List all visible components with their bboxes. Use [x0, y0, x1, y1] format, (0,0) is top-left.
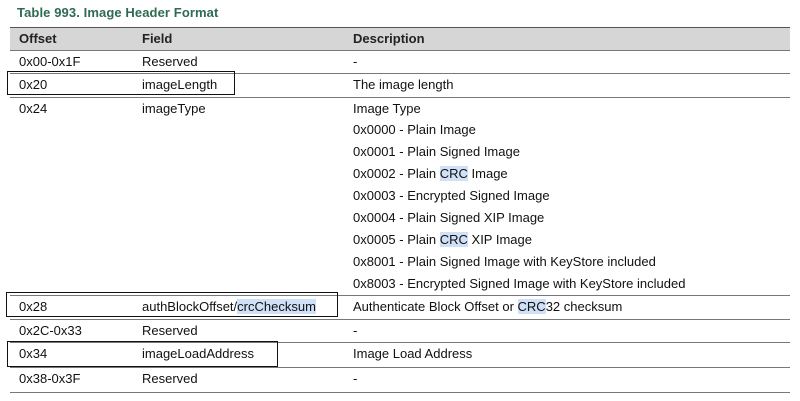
search-highlight: CRC [517, 299, 546, 314]
description-cell: - [353, 323, 358, 338]
table-row: 0x24 imageType Image Type 0x0000 - Plain… [10, 98, 790, 296]
description-cell: - [353, 371, 358, 386]
description-cell: The image length [353, 77, 454, 92]
offset-cell: 0x34 [19, 346, 48, 361]
description-line: 0x0004 - Plain Signed XIP Image [353, 209, 545, 225]
description-cell: Image Type 0x0000 - Plain Image 0x0001 -… [353, 98, 685, 295]
description-line: 0x0005 - Plain CRC XIP Image [353, 231, 532, 247]
header-description: Description [353, 31, 425, 46]
field-cell: authBlockOffset/crcChecksum [142, 299, 316, 314]
description-line: 0x8001 - Plain Signed Image with KeyStor… [353, 253, 656, 269]
offset-cell: 0x00-0x1F [19, 54, 81, 69]
field-cell: imageType [142, 101, 206, 116]
search-highlight: crcChecksum [237, 299, 316, 314]
description-line: 0x8003 - Encrypted Signed Image with Key… [353, 275, 686, 291]
offset-cell: 0x38-0x3F [19, 371, 81, 386]
field-cell: Reserved [142, 54, 198, 69]
search-highlight: CRC [439, 231, 468, 247]
description-line: 0x0002 - Plain CRC Image [353, 166, 508, 182]
table-header-row: Offset Field Description [10, 27, 790, 51]
offset-cell: 0x20 [19, 77, 48, 92]
table-row: 0x38-0x3F Reserved - [10, 368, 790, 393]
description-line: 0x0000 - Plain Image [353, 122, 476, 138]
description-line: Image Type [353, 100, 421, 116]
field-cell: imageLength [142, 77, 218, 92]
field-cell: Reserved [142, 371, 198, 386]
table-row: 0x00-0x1F Reserved - [10, 51, 790, 74]
table-row: 0x20 imageLength The image length [10, 74, 790, 98]
table-row: 0x34 imageLoadAddress Image Load Address [10, 343, 790, 368]
field-cell: Reserved [142, 323, 198, 338]
table-title: Table 993. Image Header Format [17, 5, 219, 20]
field-cell: imageLoadAddress [142, 346, 255, 361]
table-row: 0x28 authBlockOffset/crcChecksum Authent… [10, 296, 790, 320]
description-line: 0x0003 - Encrypted Signed Image [353, 188, 550, 204]
search-highlight: CRC [439, 166, 468, 182]
offset-cell: 0x2C-0x33 [19, 323, 82, 338]
description-cell: - [353, 54, 358, 69]
offset-cell: 0x28 [19, 299, 48, 314]
description-cell: Image Load Address [353, 346, 473, 361]
image-header-table: Offset Field Description 0x00-0x1F Reser… [10, 27, 790, 393]
header-offset: Offset [19, 31, 57, 46]
offset-cell: 0x24 [19, 101, 48, 116]
header-field: Field [142, 31, 173, 46]
table-row: 0x2C-0x33 Reserved - [10, 320, 790, 343]
description-cell: Authenticate Block Offset or CRC32 check… [353, 299, 623, 314]
description-line: 0x0001 - Plain Signed Image [353, 144, 520, 160]
